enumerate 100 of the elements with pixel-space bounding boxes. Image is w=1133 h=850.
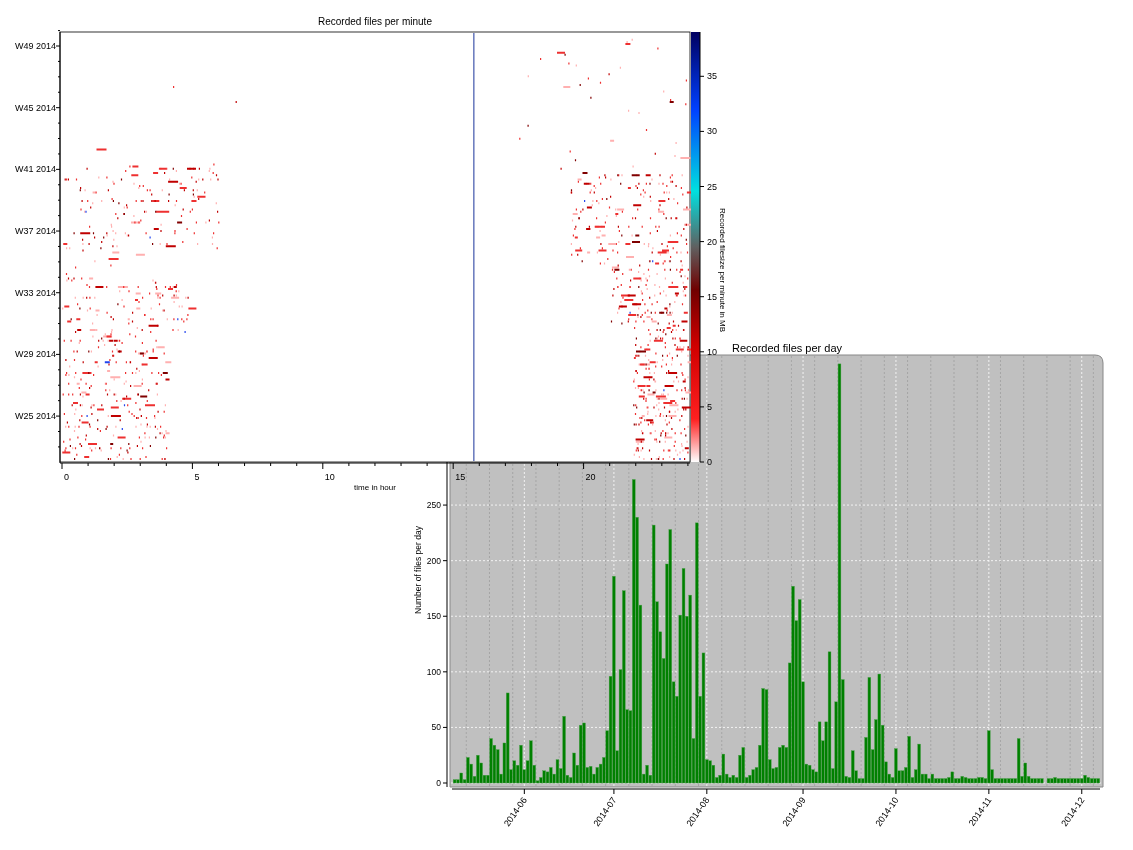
y-axis-label: Number of files per day <box>413 526 423 614</box>
bar <box>555 759 560 784</box>
chart-title: Recorded files per day <box>731 342 843 354</box>
bar <box>1060 778 1064 784</box>
bar <box>1017 738 1021 784</box>
bar <box>980 777 984 784</box>
bar <box>900 770 905 784</box>
bar <box>728 777 732 784</box>
y-tick-label: 100 <box>426 666 441 677</box>
bar <box>867 677 871 784</box>
bar <box>781 745 785 784</box>
bar <box>681 568 686 784</box>
y-tick-label: W41 2014 <box>14 164 56 175</box>
bar <box>645 765 649 784</box>
bar <box>950 771 954 784</box>
bar <box>708 760 712 784</box>
bar <box>668 529 672 784</box>
bar <box>688 594 692 784</box>
bar <box>977 777 981 784</box>
x-tick-label: 0 <box>64 472 69 482</box>
bar <box>1086 777 1090 784</box>
colorbar-label: Recorded filesize per minute in MB <box>718 207 727 333</box>
bar <box>798 599 802 784</box>
bar <box>476 755 480 784</box>
bar <box>1076 778 1080 784</box>
bar <box>1023 762 1027 784</box>
bar <box>632 479 636 784</box>
bar <box>1030 778 1034 784</box>
bar <box>808 765 812 784</box>
bar <box>1000 778 1004 784</box>
y-tick-label: W25 2014 <box>14 411 56 421</box>
x-tick-label: 10 <box>324 472 335 482</box>
bar <box>1046 778 1051 784</box>
bar <box>907 736 911 784</box>
bar <box>529 740 533 784</box>
bar <box>1096 778 1100 784</box>
bar <box>1093 778 1097 784</box>
bar <box>595 767 599 784</box>
bar <box>817 721 822 784</box>
bar <box>917 743 921 784</box>
bar <box>827 651 832 784</box>
colorbar-tick-label: 30 <box>707 126 717 137</box>
bar <box>940 778 944 784</box>
y-tick-label: 250 <box>426 500 441 511</box>
bar <box>1033 778 1037 784</box>
bar <box>721 753 725 784</box>
y-tick-label: W49 2014 <box>14 41 56 51</box>
y-tick-label: W29 2014 <box>14 349 56 360</box>
bar <box>937 778 941 784</box>
bar <box>741 747 745 784</box>
bar <box>622 590 626 784</box>
bar <box>1083 775 1087 784</box>
bar <box>960 776 964 784</box>
colorbar-tick-label: 0 <box>707 457 712 467</box>
bar <box>1003 778 1007 784</box>
bar <box>1073 778 1077 784</box>
bar <box>930 773 934 784</box>
bar <box>589 766 593 784</box>
y-tick-label: 150 <box>426 611 441 622</box>
bar <box>695 522 699 784</box>
bar <box>970 778 974 784</box>
bar <box>453 779 457 784</box>
bar <box>731 775 735 784</box>
y-tick-label: 50 <box>431 722 441 733</box>
bar <box>967 778 971 784</box>
y-tick-label: W37 2014 <box>14 226 56 236</box>
bar <box>1010 778 1014 784</box>
colorbar-tick-label: 5 <box>707 401 712 412</box>
bar <box>612 576 616 784</box>
bar <box>894 748 898 784</box>
bar <box>751 769 755 784</box>
bar <box>761 688 765 784</box>
bar <box>489 738 493 784</box>
bar <box>1036 778 1041 784</box>
bar <box>924 773 928 784</box>
bar <box>1063 778 1067 784</box>
y-tick-label: 200 <box>426 555 441 566</box>
bar <box>579 724 583 784</box>
x-tick-label: 15 <box>455 472 466 482</box>
bar <box>973 778 978 784</box>
bar <box>764 689 769 784</box>
bar <box>512 760 516 784</box>
x-tick-label: 5 <box>194 472 200 482</box>
bar <box>701 652 706 784</box>
bar <box>1050 778 1054 784</box>
bar <box>1066 778 1071 784</box>
colorbar-tick-label: 25 <box>707 181 717 192</box>
bar <box>459 772 463 784</box>
colorbar-tick-label: 10 <box>707 346 717 357</box>
bar <box>778 747 782 784</box>
bar <box>957 778 961 784</box>
bar <box>652 524 656 784</box>
bar <box>506 692 510 784</box>
bar <box>1040 778 1044 784</box>
bar <box>997 778 1001 784</box>
bar <box>1080 778 1084 784</box>
colorbar-tick-label: 20 <box>707 236 717 247</box>
bar <box>1090 778 1094 784</box>
bar <box>1056 778 1061 784</box>
colorbar-tick-label: 35 <box>707 71 717 82</box>
